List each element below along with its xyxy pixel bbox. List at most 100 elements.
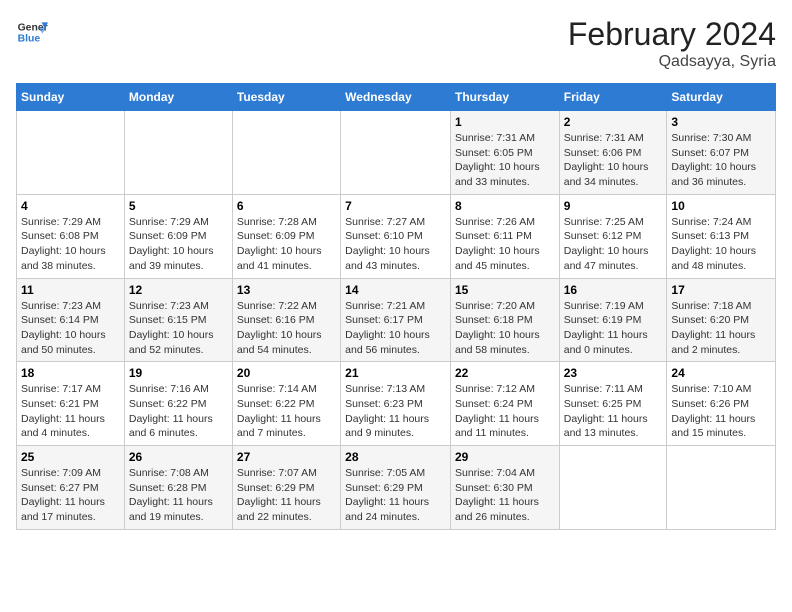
day-number: 28 (345, 450, 446, 464)
day-number: 1 (455, 115, 555, 129)
day-info: Sunrise: 7:18 AM Sunset: 6:20 PM Dayligh… (671, 299, 771, 358)
weekday-header-thursday: Thursday (450, 84, 559, 111)
day-number: 25 (21, 450, 120, 464)
day-number: 14 (345, 283, 446, 297)
day-number: 13 (237, 283, 336, 297)
calendar-week-row: 11 Sunrise: 7:23 AM Sunset: 6:14 PM Dayli… (17, 278, 776, 362)
day-info: Sunrise: 7:12 AM Sunset: 6:24 PM Dayligh… (455, 382, 555, 441)
calendar-day-cell: 8 Sunrise: 7:26 AM Sunset: 6:11 PM Daylig… (450, 194, 559, 278)
calendar-day-cell: 22 Sunrise: 7:12 AM Sunset: 6:24 PM Dayli… (450, 362, 559, 446)
day-info: Sunrise: 7:08 AM Sunset: 6:28 PM Dayligh… (129, 466, 228, 525)
weekday-header-saturday: Saturday (667, 84, 776, 111)
weekday-header-sunday: Sunday (17, 84, 125, 111)
day-info: Sunrise: 7:27 AM Sunset: 6:10 PM Dayligh… (345, 215, 446, 274)
logo: General Blue (16, 16, 48, 48)
calendar-table: SundayMondayTuesdayWednesdayThursdayFrid… (16, 83, 776, 530)
day-info: Sunrise: 7:29 AM Sunset: 6:09 PM Dayligh… (129, 215, 228, 274)
day-info: Sunrise: 7:22 AM Sunset: 6:16 PM Dayligh… (237, 299, 336, 358)
day-number: 7 (345, 199, 446, 213)
day-info: Sunrise: 7:31 AM Sunset: 6:05 PM Dayligh… (455, 131, 555, 190)
day-number: 10 (671, 199, 771, 213)
calendar-week-row: 18 Sunrise: 7:17 AM Sunset: 6:21 PM Dayli… (17, 362, 776, 446)
calendar-day-cell: 7 Sunrise: 7:27 AM Sunset: 6:10 PM Daylig… (341, 194, 451, 278)
day-info: Sunrise: 7:10 AM Sunset: 6:26 PM Dayligh… (671, 382, 771, 441)
calendar-day-cell: 1 Sunrise: 7:31 AM Sunset: 6:05 PM Daylig… (450, 111, 559, 195)
day-info: Sunrise: 7:09 AM Sunset: 6:27 PM Dayligh… (21, 466, 120, 525)
day-info: Sunrise: 7:26 AM Sunset: 6:11 PM Dayligh… (455, 215, 555, 274)
month-title: February 2024 (568, 16, 776, 53)
day-number: 12 (129, 283, 228, 297)
calendar-day-cell (341, 111, 451, 195)
day-number: 18 (21, 366, 120, 380)
day-number: 22 (455, 366, 555, 380)
day-number: 24 (671, 366, 771, 380)
calendar-day-cell: 9 Sunrise: 7:25 AM Sunset: 6:12 PM Daylig… (559, 194, 667, 278)
calendar-day-cell: 29 Sunrise: 7:04 AM Sunset: 6:30 PM Dayli… (450, 446, 559, 530)
day-number: 6 (237, 199, 336, 213)
calendar-day-cell: 25 Sunrise: 7:09 AM Sunset: 6:27 PM Dayli… (17, 446, 125, 530)
calendar-day-cell: 27 Sunrise: 7:07 AM Sunset: 6:29 PM Dayli… (232, 446, 340, 530)
day-number: 8 (455, 199, 555, 213)
day-info: Sunrise: 7:17 AM Sunset: 6:21 PM Dayligh… (21, 382, 120, 441)
calendar-day-cell (124, 111, 232, 195)
calendar-day-cell: 12Sunrise: 7:23 AM Sunset: 6:15 PM Dayli… (124, 278, 232, 362)
day-number: 21 (345, 366, 446, 380)
day-number: 19 (129, 366, 228, 380)
calendar-day-cell: 28 Sunrise: 7:05 AM Sunset: 6:29 PM Dayli… (341, 446, 451, 530)
calendar-week-row: 1 Sunrise: 7:31 AM Sunset: 6:05 PM Daylig… (17, 111, 776, 195)
calendar-day-cell: 6 Sunrise: 7:28 AM Sunset: 6:09 PM Daylig… (232, 194, 340, 278)
calendar-day-cell: 5 Sunrise: 7:29 AM Sunset: 6:09 PM Daylig… (124, 194, 232, 278)
calendar-day-cell: 11 Sunrise: 7:23 AM Sunset: 6:14 PM Dayli… (17, 278, 125, 362)
calendar-day-cell: 23Sunrise: 7:11 AM Sunset: 6:25 PM Dayli… (559, 362, 667, 446)
calendar-day-cell: 2Sunrise: 7:31 AM Sunset: 6:06 PM Daylig… (559, 111, 667, 195)
day-info: Sunrise: 7:04 AM Sunset: 6:30 PM Dayligh… (455, 466, 555, 525)
day-info: Sunrise: 7:14 AM Sunset: 6:22 PM Dayligh… (237, 382, 336, 441)
day-number: 11 (21, 283, 120, 297)
day-info: Sunrise: 7:24 AM Sunset: 6:13 PM Dayligh… (671, 215, 771, 274)
svg-text:Blue: Blue (18, 34, 41, 45)
day-info: Sunrise: 7:19 AM Sunset: 6:19 PM Dayligh… (564, 299, 663, 358)
day-number: 17 (671, 283, 771, 297)
day-info: Sunrise: 7:23 AM Sunset: 6:14 PM Dayligh… (21, 299, 120, 358)
day-info: Sunrise: 7:13 AM Sunset: 6:23 PM Dayligh… (345, 382, 446, 441)
day-info: Sunrise: 7:05 AM Sunset: 6:29 PM Dayligh… (345, 466, 446, 525)
weekday-header-wednesday: Wednesday (341, 84, 451, 111)
weekday-header-monday: Monday (124, 84, 232, 111)
location: Qadsayya, Syria (568, 53, 776, 71)
calendar-day-cell: 14 Sunrise: 7:21 AM Sunset: 6:17 PM Dayli… (341, 278, 451, 362)
day-info: Sunrise: 7:20 AM Sunset: 6:18 PM Dayligh… (455, 299, 555, 358)
day-info: Sunrise: 7:07 AM Sunset: 6:29 PM Dayligh… (237, 466, 336, 525)
day-info: Sunrise: 7:25 AM Sunset: 6:12 PM Dayligh… (564, 215, 663, 274)
calendar-day-cell: 24 Sunrise: 7:10 AM Sunset: 6:26 PM Dayli… (667, 362, 776, 446)
weekday-header-row: SundayMondayTuesdayWednesdayThursdayFrid… (17, 84, 776, 111)
calendar-day-cell: 17 Sunrise: 7:18 AM Sunset: 6:20 PM Dayli… (667, 278, 776, 362)
weekday-header-tuesday: Tuesday (232, 84, 340, 111)
calendar-day-cell: 10 Sunrise: 7:24 AM Sunset: 6:13 PM Dayli… (667, 194, 776, 278)
day-number: 9 (564, 199, 663, 213)
calendar-day-cell (17, 111, 125, 195)
calendar-day-cell: 21 Sunrise: 7:13 AM Sunset: 6:23 PM Dayli… (341, 362, 451, 446)
day-number: 4 (21, 199, 120, 213)
day-number: 29 (455, 450, 555, 464)
day-info: Sunrise: 7:16 AM Sunset: 6:22 PM Dayligh… (129, 382, 228, 441)
calendar-day-cell (232, 111, 340, 195)
day-number: 20 (237, 366, 336, 380)
calendar-day-cell: 19 Sunrise: 7:16 AM Sunset: 6:22 PM Dayli… (124, 362, 232, 446)
day-info: Sunrise: 7:28 AM Sunset: 6:09 PM Dayligh… (237, 215, 336, 274)
day-number: 15 (455, 283, 555, 297)
calendar-day-cell: 4Sunrise: 7:29 AM Sunset: 6:08 PM Daylig… (17, 194, 125, 278)
calendar-week-row: 25 Sunrise: 7:09 AM Sunset: 6:27 PM Dayli… (17, 446, 776, 530)
logo-icon: General Blue (16, 16, 48, 48)
calendar-day-cell: 16 Sunrise: 7:19 AM Sunset: 6:19 PM Dayli… (559, 278, 667, 362)
calendar-day-cell: 15 Sunrise: 7:20 AM Sunset: 6:18 PM Dayli… (450, 278, 559, 362)
day-number: 16 (564, 283, 663, 297)
day-number: 27 (237, 450, 336, 464)
calendar-day-cell: 18 Sunrise: 7:17 AM Sunset: 6:21 PM Dayli… (17, 362, 125, 446)
calendar-day-cell: 13 Sunrise: 7:22 AM Sunset: 6:16 PM Dayli… (232, 278, 340, 362)
calendar-day-cell (559, 446, 667, 530)
day-number: 5 (129, 199, 228, 213)
day-info: Sunrise: 7:21 AM Sunset: 6:17 PM Dayligh… (345, 299, 446, 358)
weekday-header-friday: Friday (559, 84, 667, 111)
title-block: February 2024 Qadsayya, Syria (568, 16, 776, 71)
day-number: 26 (129, 450, 228, 464)
